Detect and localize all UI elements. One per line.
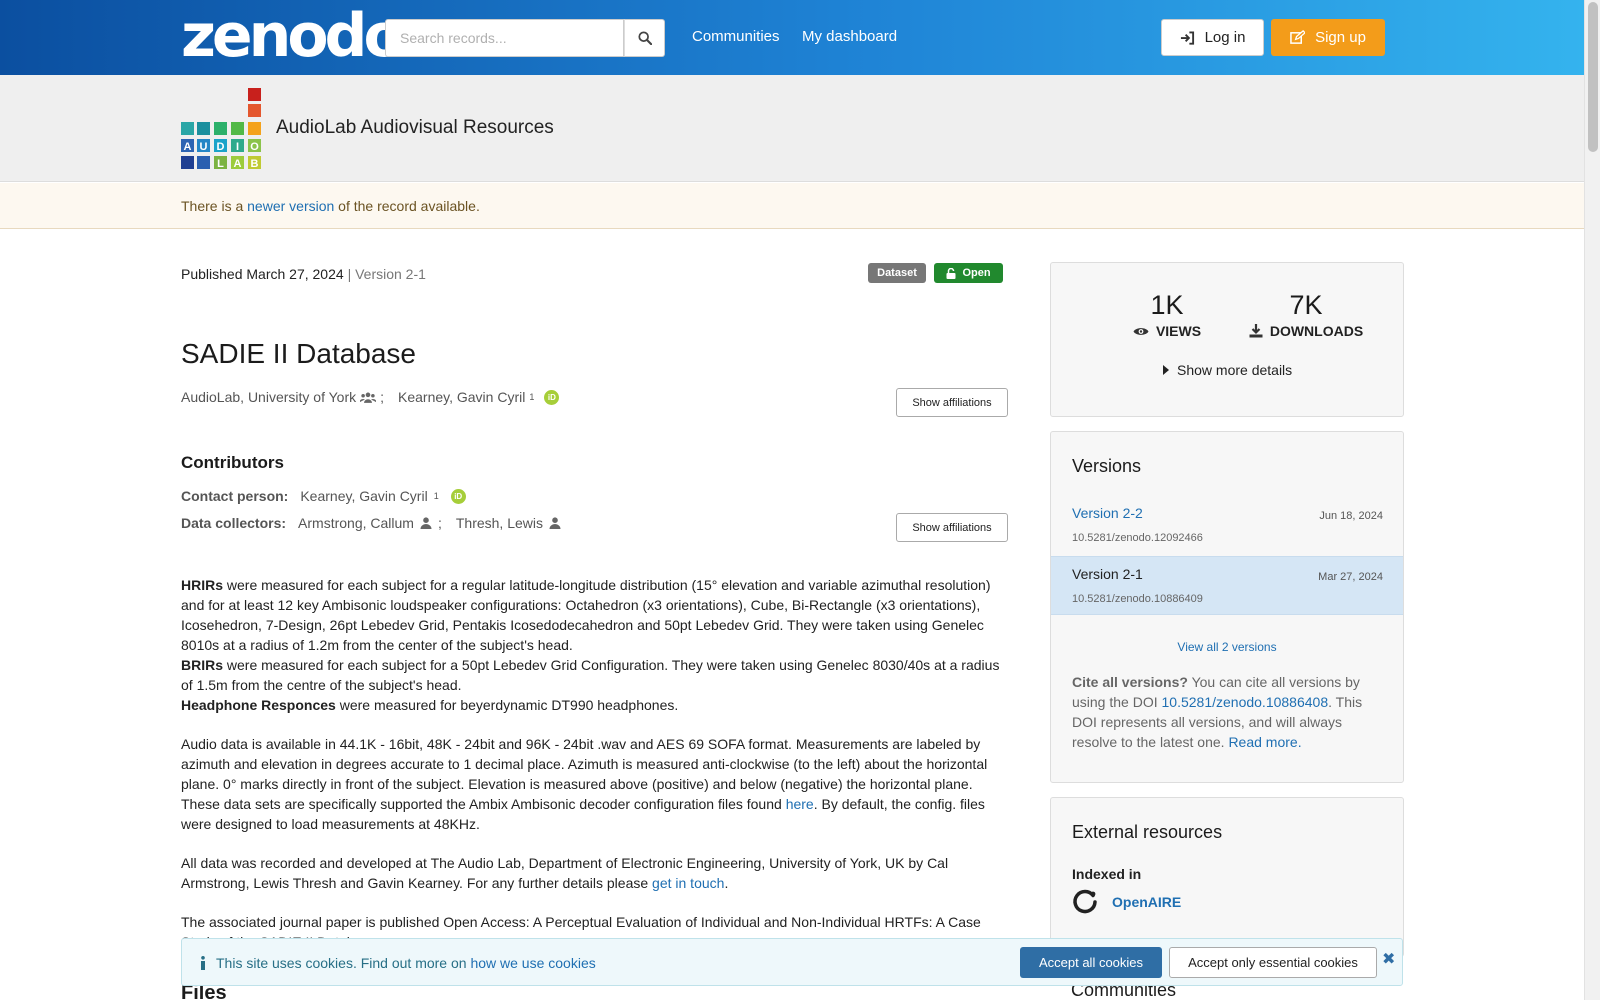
svg-text:D: D — [217, 141, 225, 153]
creator-name[interactable]: AudioLab, University of York — [181, 389, 356, 405]
record-description: HRIRs were measured for each subject for… — [181, 575, 1009, 971]
svg-text:L: L — [217, 158, 224, 170]
openaire-icon — [1073, 889, 1097, 914]
person-icon — [549, 517, 561, 529]
nav-my-dashboard[interactable]: My dashboard — [802, 28, 897, 45]
description-paragraph: HRIRs were measured for each subject for… — [181, 577, 1000, 713]
show-affiliations-button[interactable]: Show affiliations — [896, 513, 1008, 542]
ambix-config-link[interactable]: here — [786, 796, 814, 812]
downloads-stat: 7K DOWNLOADS — [1241, 290, 1371, 339]
creator-name[interactable]: Kearney, Gavin Cyril — [398, 389, 525, 405]
page-scrollbar[interactable] — [1584, 0, 1600, 1000]
accept-essential-cookies-button[interactable]: Accept only essential cookies — [1169, 947, 1377, 978]
data-collectors-row: Data collectors: Armstrong, Callum ; Thr… — [181, 515, 561, 531]
caret-right-icon — [1163, 365, 1169, 375]
eye-icon — [1133, 327, 1149, 335]
lock-open-icon — [946, 267, 956, 279]
access-badge[interactable]: Open — [934, 263, 1003, 283]
version-date: Jun 18, 2024 — [1319, 510, 1383, 522]
openaire-link[interactable]: OpenAIRE — [1072, 889, 1181, 915]
login-label: Log in — [1204, 29, 1246, 46]
zenodo-logo[interactable]: zenodo — [181, 6, 405, 66]
cite-all-versions: Cite all versions? You can cite all vers… — [1072, 674, 1363, 750]
community-header: A U D I O L A B AudioLab Audiovisual Res… — [0, 75, 1584, 182]
close-icon[interactable]: ✖ — [1382, 949, 1395, 969]
community-name[interactable]: AudioLab Audiovisual Resources — [276, 117, 554, 139]
newer-version-link[interactable]: newer version — [247, 198, 334, 214]
svg-text:I: I — [236, 141, 239, 153]
svg-text:U: U — [200, 141, 208, 153]
login-icon — [1180, 30, 1194, 45]
views-stat: 1K VIEWS — [1117, 290, 1217, 339]
read-more-link[interactable]: Read more. — [1228, 734, 1301, 750]
scrollbar-thumb[interactable] — [1588, 2, 1598, 152]
contributor-name[interactable]: Kearney, Gavin Cyril — [300, 488, 427, 504]
version-item-active[interactable]: Version 2-1 10.5281/zenodo.10886409 Mar … — [1051, 556, 1403, 615]
group-icon — [360, 392, 377, 403]
show-more-details-button[interactable]: Show more details — [1163, 362, 1292, 378]
version-link[interactable]: Version 2-1 — [1072, 566, 1143, 582]
record-title: SADIE II Database — [181, 338, 417, 369]
view-all-versions-link[interactable]: View all 2 versions — [1051, 640, 1403, 654]
person-icon — [420, 517, 432, 529]
cookie-message: This site uses cookies. Find out more on… — [200, 955, 596, 971]
contributors-heading: Contributors — [181, 453, 284, 472]
creators-list: AudioLab, University of York ; Kearney, … — [181, 389, 560, 405]
versions-panel: Versions Version 2-2 10.5281/zenodo.1209… — [1050, 431, 1404, 783]
login-button[interactable]: Log in — [1161, 19, 1264, 56]
contact-link[interactable]: get in touch — [652, 875, 724, 891]
versions-title: Versions — [1072, 456, 1142, 476]
download-icon — [1249, 324, 1263, 338]
publication-info: Published March 27, 2024 | Version 2-1 — [181, 266, 426, 282]
accept-all-cookies-button[interactable]: Accept all cookies — [1020, 947, 1162, 978]
newer-version-notice: There is a newer version of the record a… — [0, 183, 1584, 229]
top-navbar: zenodo Communities My dashboard Log in S… — [0, 0, 1584, 75]
audiolab-logo[interactable]: A U D I O L A B — [181, 88, 263, 170]
description-paragraph: Audio data is available in 44.1K - 16bit… — [181, 736, 988, 832]
search-form — [385, 19, 665, 57]
version-doi: 10.5281/zenodo.10886409 — [1072, 593, 1203, 605]
show-affiliations-button[interactable]: Show affiliations — [896, 388, 1008, 417]
svg-text:A: A — [184, 141, 192, 153]
cookie-policy-link[interactable]: how we use cookies — [470, 955, 595, 971]
contributor-name[interactable]: Armstrong, Callum — [298, 515, 414, 531]
search-button[interactable] — [624, 19, 665, 57]
version-link[interactable]: Version 2-2 — [1072, 505, 1143, 521]
resource-type-badge: Dataset — [868, 263, 926, 283]
version-doi: 10.5281/zenodo.12092466 — [1072, 532, 1203, 544]
info-icon — [201, 956, 205, 970]
stats-panel: 1K VIEWS 7K DOWNLOADS Show more details — [1050, 262, 1404, 417]
version-item[interactable]: Version 2-2 10.5281/zenodo.12092466 Jun … — [1051, 496, 1403, 555]
orcid-icon[interactable]: iD — [544, 389, 560, 405]
svg-text:B: B — [251, 158, 259, 170]
external-resources-title: External resources — [1072, 822, 1223, 842]
signup-button[interactable]: Sign up — [1271, 19, 1385, 56]
description-paragraph: All data was recorded and developed at T… — [181, 855, 949, 891]
concept-doi-link[interactable]: 10.5281/zenodo.10886408 — [1162, 694, 1329, 710]
search-input[interactable] — [385, 19, 625, 57]
search-icon — [638, 31, 652, 45]
indexed-in-label: Indexed in — [1072, 866, 1142, 882]
svg-text:O: O — [250, 141, 259, 153]
notice-text: There is a newer version of the record a… — [181, 198, 480, 214]
cookie-banner: This site uses cookies. Find out more on… — [181, 938, 1403, 986]
nav-communities[interactable]: Communities — [692, 28, 780, 45]
orcid-icon[interactable]: iD — [450, 488, 466, 504]
contributor-name[interactable]: Thresh, Lewis — [456, 515, 543, 531]
external-resources-panel: External resources Indexed in OpenAIRE — [1050, 797, 1404, 957]
version-date: Mar 27, 2024 — [1318, 571, 1383, 583]
edit-icon — [1290, 30, 1306, 44]
signup-label: Sign up — [1315, 29, 1366, 46]
contact-person-row: Contact person: Kearney, Gavin Cyril 1 i… — [181, 488, 466, 504]
svg-text:A: A — [234, 158, 242, 170]
